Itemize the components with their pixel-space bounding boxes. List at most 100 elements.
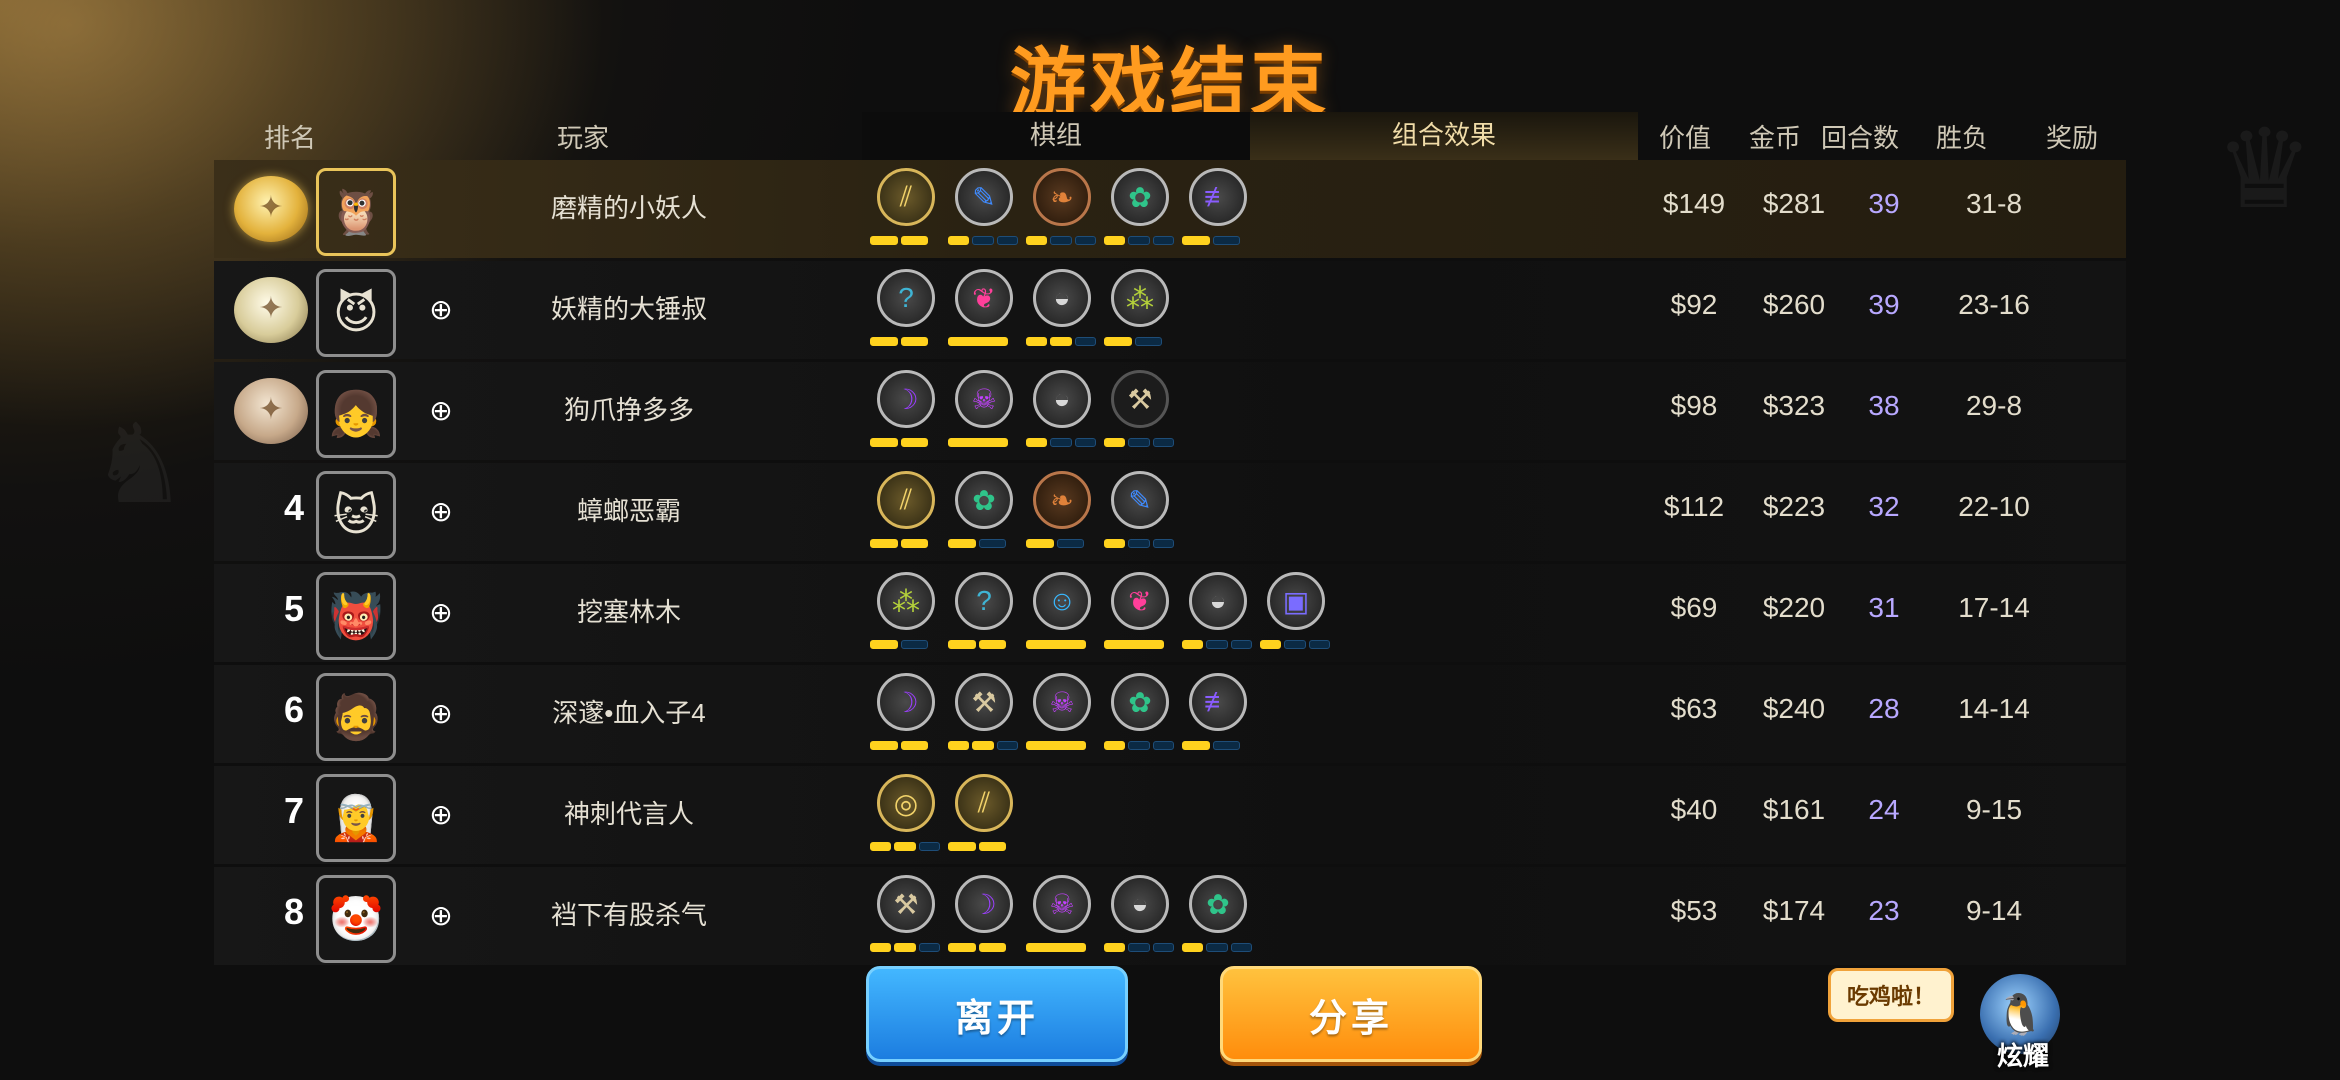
trait-badge[interactable]: ✿ — [1182, 875, 1254, 963]
avatar[interactable]: 👧 — [316, 370, 396, 458]
trait-badge[interactable]: ◎ — [870, 774, 942, 862]
axe-icon: ⚒ — [877, 875, 935, 933]
pip-filled — [870, 438, 898, 447]
trait-badge[interactable]: ❧ — [1026, 168, 1098, 256]
helmet-icon: ◒ — [1111, 875, 1169, 933]
avatar[interactable]: 🐱 — [316, 471, 396, 559]
pip-filled — [948, 539, 976, 548]
player-row[interactable]: 6 🧔 ⊕ 深邃•血入子4 ☽ ⚒ ☠ ✿ ≢ $63 $240 28 14-14 — [214, 665, 2126, 763]
silver-medal-icon: ✦ — [234, 277, 308, 343]
winloss-cell: 9-15 — [1965, 794, 2023, 825]
trait-badge[interactable]: ☠ — [1026, 673, 1098, 761]
trait-progress — [870, 640, 928, 650]
trait-badge[interactable]: ⚒ — [948, 673, 1020, 761]
player-row[interactable]: ✦ 🦉 磨精的小妖人 ⫽ ✎ ❧ ✿ ≢ $149 $281 39 31-8 — [214, 160, 2126, 258]
pip-empty — [1212, 236, 1240, 245]
trait-badge[interactable]: ☽ — [870, 673, 942, 761]
player-row[interactable]: ✦ 👧 ⊕ 狗爪挣多多 ☽ ☠ ◒ ⚒ $98 $323 38 29-8 — [214, 362, 2126, 460]
player-row[interactable]: ✦ 😈 ⊕ 妖精的大锤叔? ❦ ◒ ⁂ $92 $260 39 23-16 — [214, 261, 2126, 359]
avatar[interactable]: 🧔 — [316, 673, 396, 761]
trait-badge[interactable]: ✿ — [1104, 673, 1176, 761]
trait-progress — [1104, 943, 1174, 953]
trait-badge[interactable]: ☽ — [870, 370, 942, 458]
pip-empty — [1050, 236, 1072, 245]
tab-lineup[interactable]: 棋组 — [862, 112, 1250, 162]
player-name: 磨精的小妖人 — [550, 193, 707, 223]
add-friend-icon[interactable]: ⊕ — [424, 899, 458, 933]
trait-badge[interactable]: ✎ — [948, 168, 1020, 256]
avatar[interactable]: 😈 — [316, 269, 396, 357]
trait-badge[interactable]: ⚒ — [870, 875, 942, 963]
trait-badge[interactable]: ▣ — [1260, 572, 1332, 660]
trait-badge[interactable]: ☺ — [1026, 572, 1098, 660]
pip-filled — [870, 539, 898, 548]
trait-badge[interactable]: ◒ — [1026, 269, 1098, 357]
player-row[interactable]: 8 🤡 ⊕ 裆下有股杀气 ⚒ ☽ ☠ ◒ ✿ $53 $174 23 9-14 — [214, 867, 2126, 965]
add-friend-icon[interactable]: ⊕ — [424, 596, 458, 630]
trait-badge[interactable]: ? — [948, 572, 1020, 660]
avatar[interactable]: 👹 — [316, 572, 396, 660]
trait-badge[interactable]: ❧ — [1026, 471, 1098, 559]
add-friend-icon[interactable]: ⊕ — [424, 495, 458, 529]
trait-progress — [1026, 236, 1096, 246]
trait-badge[interactable]: ◒ — [1104, 875, 1176, 963]
header-rank: 排名 — [263, 123, 316, 153]
speech-bubble: 吃鸡啦！ — [1828, 968, 1955, 1022]
pip-empty — [1152, 438, 1174, 447]
pip-empty — [1284, 640, 1306, 649]
trait-badge[interactable]: ✎ — [1104, 471, 1176, 559]
trait-badge[interactable]: ◒ — [1026, 370, 1098, 458]
trait-badge[interactable]: ⁂ — [1104, 269, 1176, 357]
share-button[interactable]: 分享 — [1220, 966, 1482, 1062]
trait-progress — [1182, 943, 1252, 953]
trait-badge[interactable]: ≢ — [1182, 673, 1254, 761]
add-friend-icon[interactable]: ⊕ — [424, 798, 458, 832]
trait-badge[interactable]: ☽ — [948, 875, 1020, 963]
trait-badge[interactable]: ❦ — [1104, 572, 1176, 660]
pip-empty — [1308, 640, 1330, 649]
trait-badge[interactable]: ≢ — [1182, 168, 1254, 256]
avatar[interactable]: 🦉 — [316, 168, 396, 256]
pip-filled — [978, 640, 1006, 649]
trait-badge[interactable]: ⫽ — [870, 471, 942, 559]
player-name: 蟑螂恶霸 — [576, 496, 681, 526]
pip-filled — [900, 438, 928, 447]
pip-filled — [1104, 337, 1132, 346]
flaunt-button[interactable]: 炫耀 — [1978, 1036, 2068, 1073]
add-friend-icon[interactable]: ⊕ — [424, 293, 458, 327]
pip-filled — [1104, 640, 1164, 649]
blade-icon: ⫽ — [877, 168, 935, 226]
trait-badge[interactable]: ❦ — [948, 269, 1020, 357]
player-row[interactable]: 7 🧝 ⊕ 神刺代言人 ◎ ⫽ $40 $161 24 9-15 — [214, 766, 2126, 864]
leaf-icon: ❧ — [1033, 168, 1091, 226]
trait-badge[interactable]: ⁂ — [870, 572, 942, 660]
pip-empty — [1152, 741, 1174, 750]
trait-badge[interactable]: ✿ — [948, 471, 1020, 559]
avatar[interactable]: 🤡 — [316, 875, 396, 963]
trait-badge[interactable]: ✿ — [1104, 168, 1176, 256]
trait-badge[interactable]: ◒ — [1182, 572, 1254, 660]
leave-button[interactable]: 离开 — [866, 966, 1128, 1062]
trait-badge[interactable]: ☠ — [1026, 875, 1098, 963]
trait-badge[interactable]: ⚒ — [1104, 370, 1176, 458]
player-name: 挖塞林木 — [576, 597, 681, 627]
add-friend-icon[interactable]: ⊕ — [424, 394, 458, 428]
trait-badge[interactable]: ? — [870, 269, 942, 357]
avatar[interactable]: 🧝 — [316, 774, 396, 862]
player-row[interactable]: 5 👹 ⊕ 挖塞林木 ⁂? ☺ ❦ ◒ ▣ $69 $220 31 17-14 — [214, 564, 2126, 662]
pip-filled — [1026, 539, 1054, 548]
pip-filled — [900, 337, 928, 346]
cluster-icon: ⁂ — [877, 572, 935, 630]
trait-progress — [948, 741, 1018, 751]
trait-badge[interactable]: ☠ — [948, 370, 1020, 458]
trait-badge[interactable]: ⫽ — [948, 774, 1020, 862]
cluster-icon: ⁂ — [1111, 269, 1169, 327]
add-friend-icon[interactable]: ⊕ — [424, 697, 458, 731]
pip-empty — [996, 236, 1018, 245]
player-row[interactable]: 4 🐱 ⊕ 蟑螂恶霸 ⫽ ✿ ❧ ✎ $112 $223 32 22-10 — [214, 463, 2126, 561]
trait-progress — [948, 539, 1006, 549]
trait-badge[interactable]: ⫽ — [870, 168, 942, 256]
tab-synergy[interactable]: 组合效果 — [1250, 112, 1638, 163]
pip-filled — [1260, 640, 1282, 649]
pip-filled — [1104, 438, 1126, 447]
